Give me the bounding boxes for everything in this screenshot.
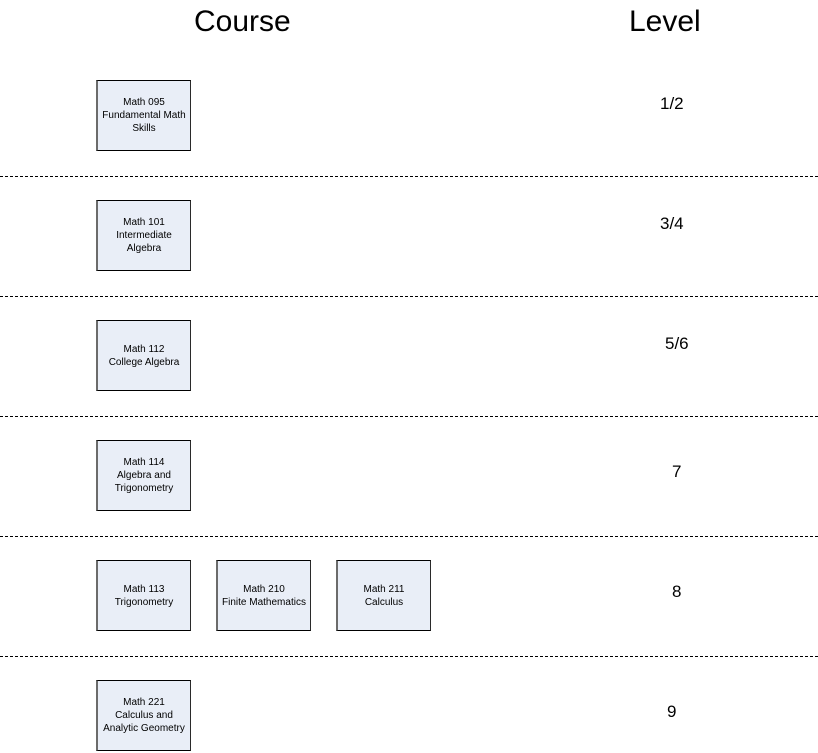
row-divider (0, 416, 818, 417)
course-code: Math 095 (123, 97, 165, 108)
level-value: 7 (672, 462, 682, 481)
row-divider (0, 296, 818, 297)
course-title: Trigonometry (114, 596, 174, 608)
course-title: Algebra and Trigonometry (114, 470, 174, 494)
course-code: Math 211 (363, 583, 405, 595)
course-title: Finite Mathematics (222, 596, 306, 608)
course-box-math-112[interactable]: Math 112 College Algebra (96, 320, 191, 391)
level-value: 9 (667, 702, 677, 721)
course-box-math-210[interactable]: Math 210 Finite Mathematics (216, 560, 311, 631)
course-title: College Algebra (108, 356, 180, 368)
course-box-math-101[interactable]: Math 101 Intermediate Algebra (96, 200, 191, 271)
course-code: Math 113 (123, 583, 165, 595)
course-code: Math 114 (123, 457, 165, 468)
course-code: Math 101 (123, 217, 165, 228)
course-box-math-221[interactable]: Math 221 Calculus and Analytic Geometry (96, 680, 191, 751)
row-divider (0, 656, 818, 657)
course-box-math-113[interactable]: Math 113 Trigonometry (96, 560, 191, 631)
course-code: Math 112 (123, 343, 165, 355)
course-header: Course (194, 5, 291, 38)
course-title: Calculus (364, 596, 404, 608)
course-code: Math 210 (243, 583, 285, 595)
course-code: Math 221 (123, 697, 165, 708)
level-value: 5/6 (665, 334, 689, 353)
course-box-math-095[interactable]: Math 095 Fundamental Math Skills (96, 80, 191, 151)
row-divider (0, 176, 818, 177)
level-value: 3/4 (660, 214, 684, 233)
level-value: 1/2 (660, 94, 684, 113)
course-title: Intermediate Algebra (116, 230, 172, 254)
course-title: Calculus and Analytic Geometry (103, 710, 185, 734)
course-title: Fundamental Math Skills (102, 110, 186, 134)
level-header: Level (629, 5, 701, 38)
course-box-math-114[interactable]: Math 114 Algebra and Trigonometry (96, 440, 191, 511)
row-divider (0, 536, 818, 537)
level-value: 8 (672, 582, 682, 601)
course-box-math-211[interactable]: Math 211 Calculus (336, 560, 431, 631)
